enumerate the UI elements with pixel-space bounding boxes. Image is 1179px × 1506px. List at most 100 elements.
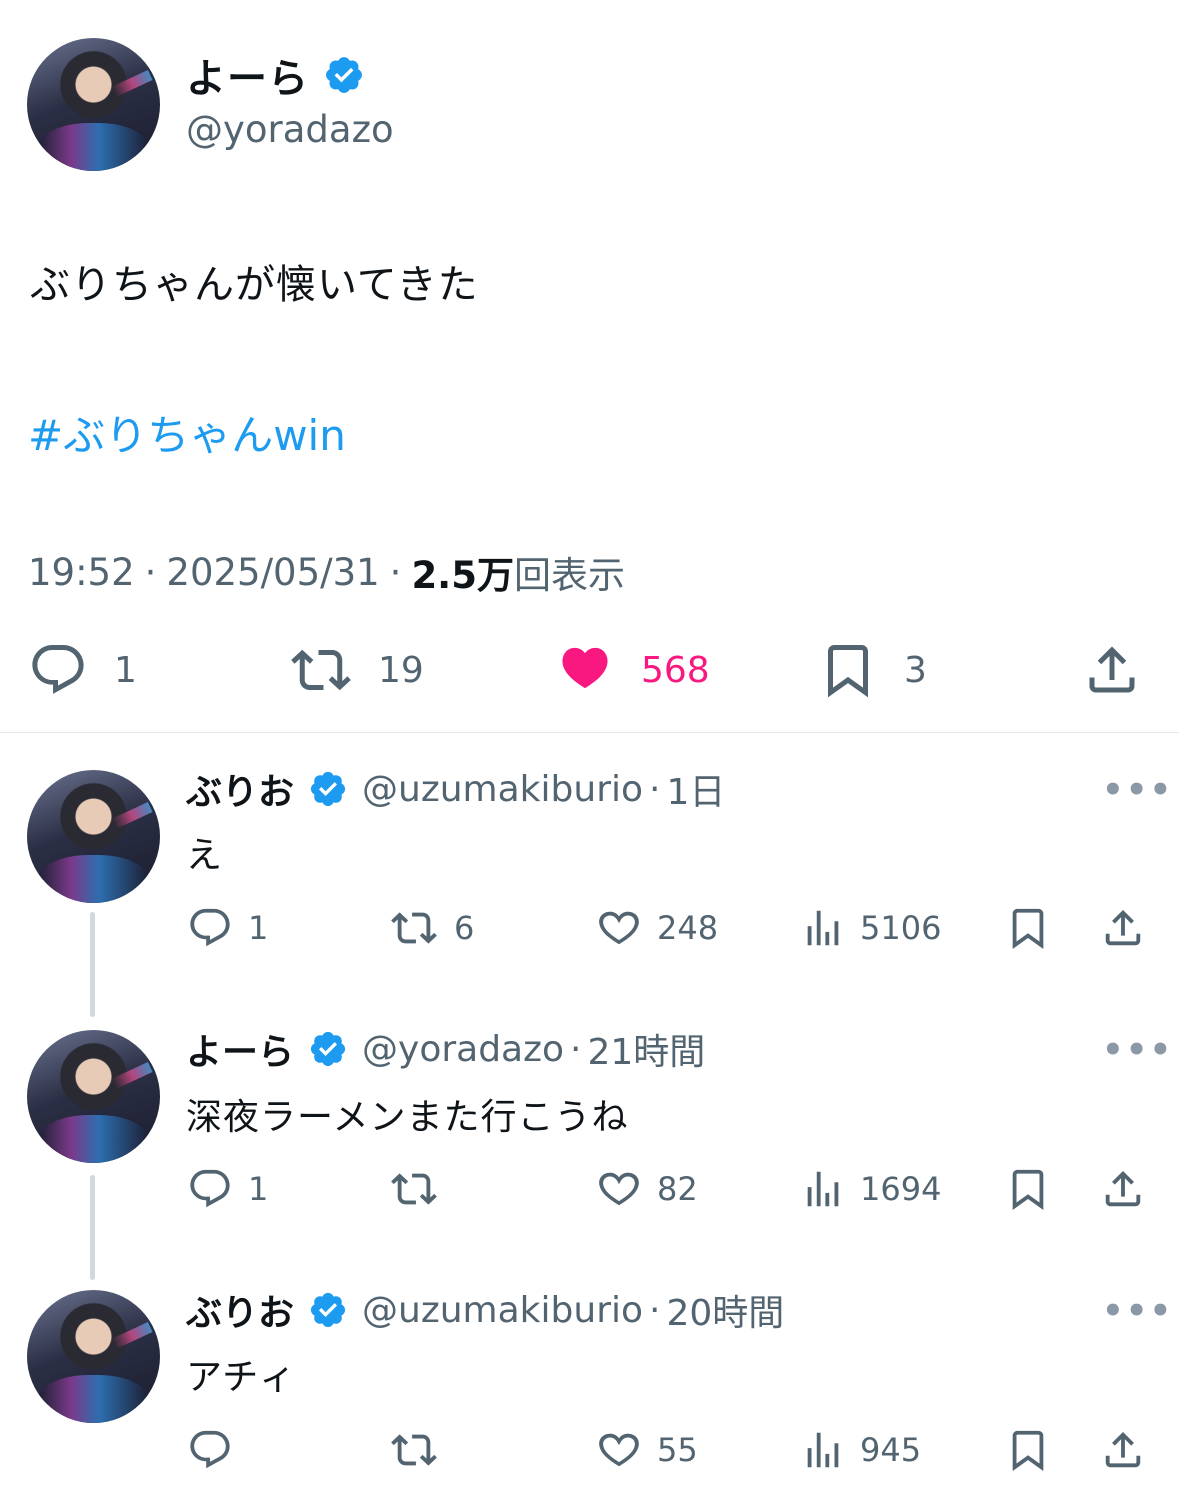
reply-button[interactable]: 1 <box>186 905 268 951</box>
share-icon <box>1105 1431 1141 1468</box>
reply-author-name[interactable]: ぶりお <box>186 763 294 815</box>
retweet-icon <box>391 1434 437 1466</box>
tweet-date[interactable]: 2025/05/31 <box>166 551 379 594</box>
like-count: 248 <box>657 909 719 947</box>
views-count: 945 <box>860 1431 922 1469</box>
retweet-icon <box>291 649 351 691</box>
reply-author-name[interactable]: よーら <box>186 1023 294 1075</box>
reply-icon <box>32 645 84 694</box>
meta-separator: · <box>144 550 157 594</box>
bookmark-icon <box>828 645 868 698</box>
reply-text: え <box>186 835 224 876</box>
reply-count: 1 <box>114 649 137 691</box>
retweet-icon <box>391 912 437 944</box>
hashtag-link[interactable]: #ぶりちゃんwin <box>28 402 346 463</box>
reply-icon <box>190 1169 230 1208</box>
author-avatar[interactable] <box>27 38 160 171</box>
reply-button[interactable]: 1 <box>28 640 137 700</box>
share-button[interactable] <box>1100 1427 1146 1473</box>
tweet-meta: 19:52 · 2025/05/31 · 2.5万 回表示 <box>28 545 625 599</box>
views-icon <box>807 1171 839 1207</box>
reply-time[interactable]: 20時間 <box>666 1284 784 1336</box>
reply-time[interactable]: 1日 <box>666 763 725 815</box>
reply-avatar[interactable] <box>27 1030 160 1163</box>
bookmark-button[interactable]: 3 <box>818 640 927 700</box>
share-button[interactable] <box>1082 640 1142 700</box>
reply-header: よーら @yoradazo · 21時間 <box>186 1023 706 1075</box>
views-count: 5106 <box>860 909 942 947</box>
reply-count: 1 <box>248 909 269 947</box>
author-name-row[interactable]: よーら <box>186 50 365 102</box>
retweet-button[interactable]: 6 <box>388 905 474 951</box>
heart-icon <box>599 1172 639 1206</box>
views-icon <box>807 910 839 946</box>
reply-text: アチィ <box>186 1357 297 1398</box>
heart-icon <box>562 647 608 689</box>
bookmark-button[interactable] <box>1005 905 1051 951</box>
reply-separator: · <box>649 1289 661 1331</box>
verified-badge-icon <box>310 1031 346 1067</box>
like-count: 568 <box>641 649 710 691</box>
verified-badge-icon <box>310 771 346 807</box>
reply-button[interactable] <box>186 1427 248 1473</box>
bookmark-icon <box>1012 908 1044 949</box>
views-icon <box>807 1432 839 1468</box>
thread-line <box>90 1175 95 1280</box>
reply-time[interactable]: 21時間 <box>588 1023 706 1075</box>
retweet-button[interactable] <box>388 1166 454 1212</box>
reply-avatar[interactable] <box>27 1290 160 1423</box>
more-icon[interactable]: ••• <box>1102 1030 1173 1070</box>
bookmark-icon <box>1012 1430 1044 1471</box>
retweet-count: 19 <box>378 649 424 691</box>
share-button[interactable] <box>1100 1166 1146 1212</box>
more-icon[interactable]: ••• <box>1102 1291 1173 1331</box>
thread-line <box>90 912 95 1017</box>
views-button[interactable]: 1694 <box>800 1166 941 1212</box>
retweet-button[interactable]: 19 <box>288 640 424 700</box>
author-name[interactable]: よーら <box>186 46 309 104</box>
reply-icon <box>190 908 230 947</box>
verified-badge-icon <box>326 57 362 93</box>
bookmark-count: 3 <box>904 649 927 691</box>
tweet-text: ぶりちゃんが懐いてきた <box>30 262 479 308</box>
retweet-count: 6 <box>454 909 475 947</box>
divider <box>0 732 1179 733</box>
views-label: 回表示 <box>513 554 625 597</box>
share-icon <box>1089 646 1135 693</box>
retweet-button[interactable] <box>388 1427 454 1473</box>
like-button[interactable]: 55 <box>595 1427 698 1473</box>
views-count: 2.5万 <box>411 554 514 597</box>
bookmark-button[interactable] <box>1005 1427 1051 1473</box>
bookmark-icon <box>1012 1169 1044 1210</box>
reply-button[interactable]: 1 <box>186 1166 268 1212</box>
reply-text: 深夜ラーメンまた行こうね <box>186 1097 629 1138</box>
like-button[interactable]: 248 <box>595 905 718 951</box>
heart-icon <box>599 911 639 945</box>
reply-icon <box>190 1430 230 1469</box>
like-button[interactable]: 82 <box>595 1166 698 1212</box>
views-button[interactable]: 5106 <box>800 905 941 951</box>
verified-badge-icon <box>310 1292 346 1328</box>
reply-author-handle[interactable]: @yoradazo <box>362 1029 564 1070</box>
reply-header: ぶりお @uzumakiburio · 20時間 <box>186 1284 784 1336</box>
views-button[interactable]: 945 <box>800 1427 921 1473</box>
share-icon <box>1105 1170 1141 1207</box>
reply-separator: · <box>649 768 661 810</box>
like-count: 55 <box>657 1431 698 1469</box>
bookmark-button[interactable] <box>1005 1166 1051 1212</box>
heart-icon <box>599 1433 639 1467</box>
reply-avatar[interactable] <box>27 770 160 903</box>
like-count: 82 <box>657 1170 698 1208</box>
reply-author-name[interactable]: ぶりお <box>186 1284 294 1336</box>
author-handle[interactable]: @yoradazo <box>186 108 394 151</box>
reply-author-handle[interactable]: @uzumakiburio <box>362 1290 643 1331</box>
like-button[interactable]: 568 <box>555 640 710 700</box>
reply-author-handle[interactable]: @uzumakiburio <box>362 769 643 810</box>
views-count: 1694 <box>860 1170 942 1208</box>
share-icon <box>1105 909 1141 946</box>
tweet-time[interactable]: 19:52 <box>28 551 135 594</box>
more-icon[interactable]: ••• <box>1102 770 1173 810</box>
share-button[interactable] <box>1100 905 1146 951</box>
retweet-icon <box>391 1173 437 1205</box>
reply-header: ぶりお @uzumakiburio · 1日 <box>186 763 725 815</box>
